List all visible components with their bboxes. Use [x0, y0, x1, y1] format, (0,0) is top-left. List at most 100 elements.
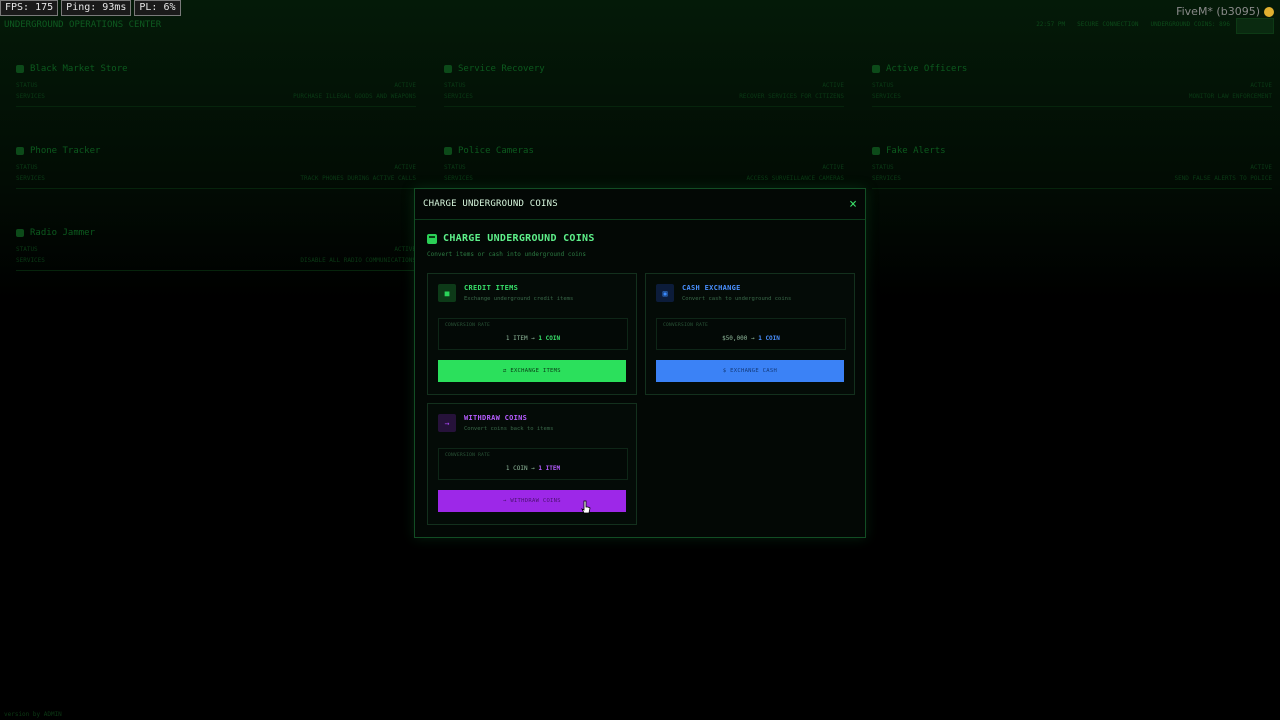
rate-from: 1 COIN → — [505, 465, 535, 472]
conversion-rate-value: 1 COIN → 1 ITEM — [439, 465, 627, 472]
coin-balance: UNDERGROUND COINS: 896 — [1150, 21, 1230, 28]
service-desc-label: SERVICES — [444, 175, 473, 182]
camera-icon — [444, 147, 452, 155]
section-subheading: Convert items or cash into underground c… — [427, 251, 586, 258]
service-desc: DISABLE ALL RADIO COMMUNICATIONS — [300, 257, 416, 264]
divider — [16, 106, 416, 107]
service-desc: TRACK PHONES DURING ACTIVE CALLS — [300, 175, 416, 182]
service-desc: MONITOR LAW ENFORCEMENT — [1188, 93, 1272, 100]
service-desc-label: SERVICES — [872, 175, 901, 182]
service-card-radio-jammer[interactable]: Radio Jammer STATUS ACTIVE SERVICES DISABL… — [16, 228, 416, 296]
withdraw-coins-button[interactable]: → WITHDRAW COINS — [438, 490, 626, 512]
service-desc-label: SERVICES — [872, 93, 901, 100]
conversion-rate-value: 1 ITEM → 1 COIN — [439, 335, 627, 342]
arrow-right-icon: → — [438, 414, 456, 432]
wrench-icon — [444, 65, 452, 73]
service-card-title: Phone Tracker — [30, 146, 101, 156]
service-status-label: STATUS — [444, 82, 466, 89]
service-status: ACTIVE — [394, 246, 416, 253]
dashboard-footer: version by ADMIN — [4, 711, 62, 718]
cash-exchange-card: ▣ CASH EXCHANGE Convert cash to undergro… — [645, 273, 855, 395]
fivem-icon — [1264, 6, 1274, 17]
connection-status: SECURE CONNECTION — [1077, 21, 1139, 28]
fps-counter: FPS: 175 — [0, 0, 59, 16]
conversion-rate-label: CONVERSION RATE — [663, 323, 709, 328]
rate-from: $50,000 → — [722, 335, 755, 342]
fivem-label: FiveM* (b3095) — [1176, 5, 1260, 18]
service-status-label: STATUS — [16, 246, 38, 253]
rate-to: 1 ITEM — [538, 465, 561, 472]
modal-header: CHARGE UNDERGROUND COINS × — [415, 189, 865, 220]
card-subtitle: Convert cash to underground coins — [682, 296, 792, 302]
rate-to: 1 COIN — [538, 335, 561, 342]
charge-coins-modal: CHARGE UNDERGROUND COINS × CHARGE UNDERG… — [414, 188, 866, 538]
card-subtitle: Exchange underground credit items — [464, 296, 574, 302]
conversion-rate-box: CONVERSION RATE $50,000 → 1 COIN — [656, 318, 846, 350]
store-icon — [16, 65, 24, 73]
service-card-active-officers[interactable]: Active Officers STATUS ACTIVE SERVICES MON… — [872, 64, 1272, 132]
credit-items-card: ■ CREDIT ITEMS Exchange underground cred… — [427, 273, 637, 395]
dashboard-topbar: UNDERGROUND OPERATIONS CENTER 22:57 PM S… — [0, 18, 1280, 36]
clock: 22:57 PM — [1036, 21, 1066, 28]
service-status: ACTIVE — [822, 82, 844, 89]
service-card-service-recovery[interactable]: Service Recovery STATUS ACTIVE SERVICES RE… — [444, 64, 844, 132]
card-title: WITHDRAW COINS — [464, 414, 528, 422]
service-desc: RECOVER SERVICES FOR CITIZENS — [739, 93, 844, 100]
divider — [444, 106, 844, 107]
service-desc-label: SERVICES — [16, 257, 45, 264]
service-status: ACTIVE — [1250, 82, 1272, 89]
service-status-label: STATUS — [872, 82, 894, 89]
performance-overlay: FPS: 175 Ping: 93ms PL: 6% — [0, 0, 184, 16]
modal-title: CHARGE UNDERGROUND COINS — [423, 199, 558, 209]
service-status-label: STATUS — [16, 164, 38, 171]
dashboard-status: 22:57 PM SECURE CONNECTION UNDERGROUND C… — [1036, 21, 1230, 28]
service-card-title: Radio Jammer — [30, 228, 96, 238]
section-heading: CHARGE UNDERGROUND COINS — [427, 233, 595, 244]
dashboard-title: UNDERGROUND OPERATIONS CENTER — [4, 20, 162, 30]
shield-icon — [872, 65, 880, 73]
service-desc: ACCESS SURVEILLANCE CAMERAS — [746, 175, 844, 182]
divider — [16, 188, 416, 189]
service-desc-label: SERVICES — [16, 93, 45, 100]
service-card-phone-tracker[interactable]: Phone Tracker STATUS ACTIVE SERVICES TRACK… — [16, 146, 416, 214]
conversion-rate-value: $50,000 → 1 COIN — [657, 335, 845, 342]
service-card-title: Fake Alerts — [886, 146, 946, 156]
service-card-fake-alerts[interactable]: Fake Alerts STATUS ACTIVE SERVICES SEND FA… — [872, 146, 1272, 214]
warning-icon — [872, 147, 880, 155]
service-card-title: Service Recovery — [458, 64, 545, 74]
service-status-label: STATUS — [444, 164, 466, 171]
conversion-rate-label: CONVERSION RATE — [445, 323, 491, 328]
service-card-title: Active Officers — [886, 64, 968, 74]
conversion-rate-label: CONVERSION RATE — [445, 453, 491, 458]
rate-to: 1 COIN — [758, 335, 780, 342]
close-icon[interactable]: × — [849, 198, 857, 211]
divider — [872, 188, 1272, 189]
divider — [16, 270, 416, 271]
service-card-title: Police Cameras — [458, 146, 534, 156]
coins-icon — [427, 233, 437, 244]
fivem-badge: FiveM* (b3095) — [1176, 5, 1274, 18]
service-card-title: Black Market Store — [30, 64, 128, 74]
phone-icon — [16, 147, 24, 155]
rate-from: 1 ITEM → — [505, 335, 535, 342]
service-status-label: STATUS — [16, 82, 38, 89]
section-heading-text: CHARGE UNDERGROUND COINS — [443, 233, 595, 244]
service-status: ACTIVE — [1250, 164, 1272, 171]
conversion-rate-box: CONVERSION RATE 1 ITEM → 1 COIN — [438, 318, 628, 350]
withdraw-coins-card: → WITHDRAW COINS Convert coins back to i… — [427, 403, 637, 525]
service-status: ACTIVE — [394, 164, 416, 171]
conversion-rate-box: CONVERSION RATE 1 COIN → 1 ITEM — [438, 448, 628, 480]
service-desc-label: SERVICES — [16, 175, 45, 182]
credit-item-icon: ■ — [438, 284, 456, 302]
service-desc: SEND FALSE ALERTS TO POLICE — [1174, 175, 1272, 182]
exchange-cash-button[interactable]: $ EXCHANGE CASH — [656, 360, 844, 382]
service-status: ACTIVE — [394, 82, 416, 89]
service-card-black-market[interactable]: Black Market Store STATUS ACTIVE SERVICES… — [16, 64, 416, 132]
divider — [872, 106, 1272, 107]
cash-icon: ▣ — [656, 284, 674, 302]
service-desc: PURCHASE ILLEGAL GOODS AND WEAPONS — [293, 93, 416, 100]
card-title: CASH EXCHANGE — [682, 284, 741, 292]
card-subtitle: Convert coins back to items — [464, 426, 554, 432]
exchange-items-button[interactable]: ⇄ EXCHANGE ITEMS — [438, 360, 626, 382]
topbar-button[interactable] — [1236, 18, 1274, 34]
